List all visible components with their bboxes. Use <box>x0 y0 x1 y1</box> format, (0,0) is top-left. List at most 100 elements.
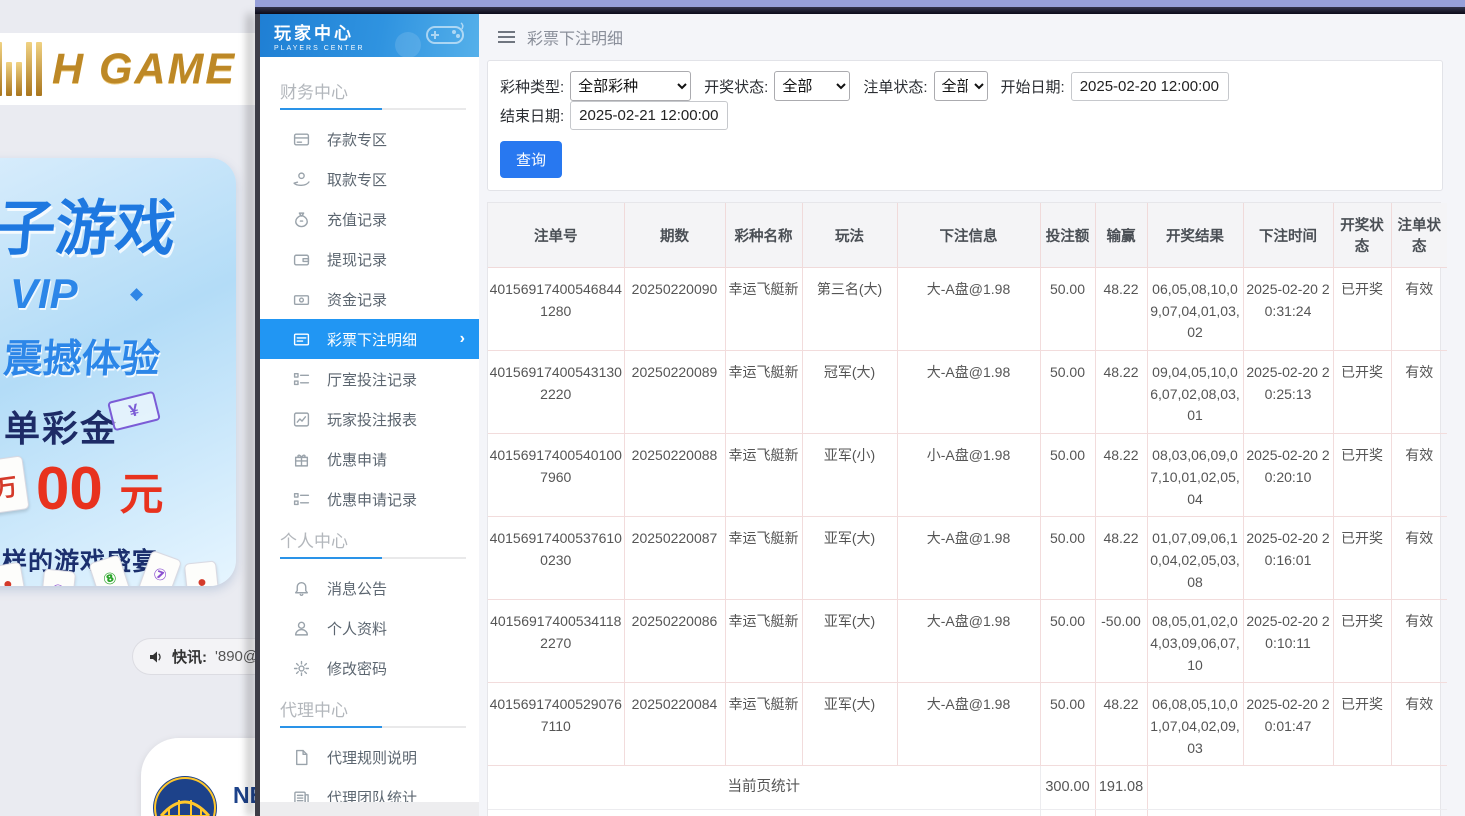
table-cell: 50.00 <box>1040 517 1095 600</box>
banner-line3: 震撼体验 <box>2 328 162 384</box>
user-icon <box>293 620 310 637</box>
column-header: 期数 <box>624 203 725 268</box>
sidebar-item-money-bag[interactable]: 充值记录 <box>260 199 479 239</box>
summary-label: 当前页统计 <box>488 766 1040 809</box>
table-cell: 有效 <box>1391 434 1447 517</box>
page-title: 彩票下注明细 <box>527 25 623 49</box>
sidebar-item-label: 优惠申请 <box>327 449 387 470</box>
table-cell: 幸运飞艇新 <box>725 517 802 600</box>
column-header: 输赢 <box>1095 203 1147 268</box>
player-center-panel: 玩家中心 PLAYERS CENTER 财务中心存款专区取款专区充值记录提现记录… <box>255 0 1465 816</box>
table-cell: 20250220090 <box>624 268 725 351</box>
sidebar-item-list-check[interactable]: 优惠申请记录 <box>260 479 479 519</box>
mahjong-tile-decor: ② <box>40 568 76 586</box>
summary-empty <box>1147 766 1447 809</box>
table-cell: 20250220089 <box>624 351 725 434</box>
sidebar-item-document[interactable]: 代理规则说明 <box>260 737 479 777</box>
table-cell: 有效 <box>1391 351 1447 434</box>
table-cell: 08,03,06,09,07,10,01,02,05,04 <box>1147 434 1243 517</box>
sidebar-item-label: 代理团队统计 <box>327 787 417 808</box>
table-cell: 已开奖 <box>1333 517 1391 600</box>
banner-line1: 子游戏 <box>0 180 180 267</box>
table-row: 40156917400537610023020250220087幸运飞艇新亚军(… <box>488 517 1447 600</box>
table-cell: 2025-02-20 20:01:47 <box>1243 683 1333 766</box>
table-cell: 50.00 <box>1040 351 1095 434</box>
table-row: 40156917400534118227020250220086幸运飞艇新亚军(… <box>488 600 1447 683</box>
sidebar-item-list-check[interactable]: 厅室投注记录 <box>260 359 479 399</box>
section-underline <box>280 726 466 728</box>
start-date-label: 开始日期: <box>1001 76 1065 97</box>
start-date-input[interactable] <box>1071 72 1229 101</box>
table-row: 40156917400529076711020250220084幸运飞艇新亚军(… <box>488 683 1447 766</box>
table-cell: 有效 <box>1391 683 1447 766</box>
table-cell: 20250220087 <box>624 517 725 600</box>
table-cell: 亚军(大) <box>802 600 897 683</box>
section-title: 财务中心 <box>280 78 479 103</box>
end-date-input[interactable] <box>570 101 728 130</box>
table-cell: 2025-02-20 20:16:01 <box>1243 517 1333 600</box>
column-header: 彩种名称 <box>725 203 802 268</box>
sidebar-item-gift[interactable]: 优惠申请 <box>260 439 479 479</box>
banner-line6: 样的游戏盛宴 <box>2 542 158 578</box>
table-cell: 冠军(大) <box>802 351 897 434</box>
main-content: 彩票下注明细 彩种类型: 全部彩种 开奖状态: 全部 注单状态: 全部 开始日期… <box>479 14 1465 816</box>
sidebar-item-bank-card[interactable]: 存款专区 <box>260 119 479 159</box>
promo-banner: 子游戏 VIP ◆ 震撼体验 单彩金 ¥ 万 00 元 样的游戏盛宴 ● ● ②… <box>0 158 236 586</box>
table-cell: 48.22 <box>1095 434 1147 517</box>
filter-panel: 彩种类型: 全部彩种 开奖状态: 全部 注单状态: 全部 开始日期: 结束日期: <box>487 60 1443 191</box>
diamond-icon: ◆ <box>130 284 143 304</box>
table-cell: 幸运飞艇新 <box>725 351 802 434</box>
sidebar-item-user[interactable]: 个人资料 <box>260 608 479 648</box>
sidebar-item-newspaper[interactable]: 代理团队统计 <box>260 777 479 816</box>
order-status-select[interactable]: 全部 <box>934 71 988 101</box>
sidebar-item-label: 代理规则说明 <box>327 747 417 768</box>
chart-report-icon <box>293 411 310 428</box>
wallet-icon <box>293 251 310 268</box>
table-cell: 50.00 <box>1040 683 1095 766</box>
table-cell: 20250220088 <box>624 434 725 517</box>
table-cell: 已开奖 <box>1333 600 1391 683</box>
query-button[interactable]: 查询 <box>500 141 562 178</box>
summary-row: 当前页统计300.00191.08 <box>488 766 1447 809</box>
table-cell: 幸运飞艇新 <box>725 268 802 351</box>
document-icon <box>293 749 310 766</box>
draw-status-label: 开奖状态: <box>704 76 768 97</box>
sidebar-item-hand-money[interactable]: 取款专区 <box>260 159 479 199</box>
draw-status-select[interactable]: 全部 <box>774 71 850 101</box>
sidebar: 玩家中心 PLAYERS CENTER 财务中心存款专区取款专区充值记录提现记录… <box>260 14 479 816</box>
gamepad-icon <box>425 19 465 49</box>
sidebar-item-list-card[interactable]: 彩票下注明细› <box>260 319 479 359</box>
team-logo-icon <box>153 776 217 816</box>
table-cell: 08,05,01,02,04,03,09,06,07,10 <box>1147 600 1243 683</box>
list-check-icon <box>293 491 310 508</box>
column-header: 下注信息 <box>897 203 1040 268</box>
section-title: 代理中心 <box>280 696 479 721</box>
table-cell: 已开奖 <box>1333 268 1391 351</box>
sidebar-item-bell[interactable]: 消息公告 <box>260 568 479 608</box>
news-card: NE <box>141 738 263 816</box>
table-cell: 2025-02-20 20:31:24 <box>1243 268 1333 351</box>
page-header: 彩票下注明细 <box>479 14 1465 59</box>
table-cell: 有效 <box>1391 600 1447 683</box>
table-cell: 48.22 <box>1095 683 1147 766</box>
column-header: 下注时间 <box>1243 203 1333 268</box>
sidebar-item-banknote[interactable]: 资金记录 <box>260 279 479 319</box>
menu-toggle-icon[interactable] <box>496 29 517 45</box>
sidebar-item-gear[interactable]: 修改密码 <box>260 648 479 688</box>
list-check-icon <box>293 371 310 388</box>
table-header-row: 注单号期数彩种名称玩法下注信息投注额输赢开奖结果下注时间开奖状态注单状态 <box>488 203 1447 268</box>
table-cell: -50.00 <box>1095 600 1147 683</box>
column-header: 注单号 <box>488 203 624 268</box>
background-page: H GAME 子游戏 VIP ◆ 震撼体验 单彩金 ¥ 万 00 元 样的游戏盛… <box>0 0 263 816</box>
lottery-type-select[interactable]: 全部彩种 <box>570 71 691 101</box>
sidebar-item-wallet[interactable]: 提现记录 <box>260 239 479 279</box>
sidebar-item-chart-report[interactable]: 玩家投注报表 <box>260 399 479 439</box>
table-cell: 50.00 <box>1040 268 1095 351</box>
table-cell: 20250220086 <box>624 600 725 683</box>
table-cell: 幸运飞艇新 <box>725 683 802 766</box>
table-cell: 亚军(大) <box>802 683 897 766</box>
sidebar-item-label: 消息公告 <box>327 578 387 599</box>
table-cell: 亚军(大) <box>802 517 897 600</box>
table-cell: 401569174005290767110 <box>488 683 624 766</box>
table-cell: 50.00 <box>1040 434 1095 517</box>
